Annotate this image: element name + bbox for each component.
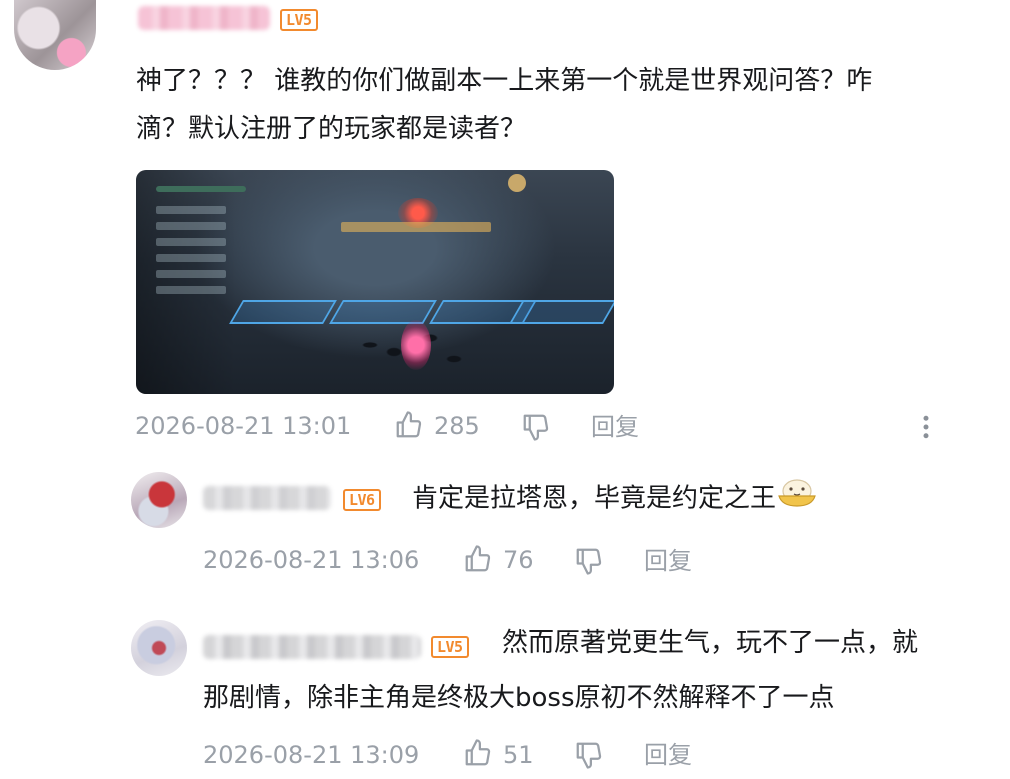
- thumbs-down-icon[interactable]: [521, 412, 551, 442]
- reply-text: 肯定是拉塔恩，毕竟是约定之王: [412, 483, 777, 514]
- comment-text-line: 神了？？？ 谁教的你们做副本一上来第一个就是世界观问答？咋: [136, 66, 873, 96]
- comment-image-game-screenshot[interactable]: [136, 170, 614, 394]
- party-row: [156, 270, 226, 278]
- reply-button[interactable]: 回复: [644, 740, 692, 770]
- thumbs-up-icon[interactable]: [463, 738, 493, 768]
- like-count: 76: [503, 546, 534, 574]
- party-row: [156, 238, 226, 246]
- like-count: 51: [503, 741, 534, 769]
- glowing-platform: [509, 300, 614, 324]
- thumbs-up-icon[interactable]: [394, 410, 424, 440]
- party-panel: [136, 170, 236, 394]
- party-row: [156, 254, 226, 262]
- like-count: 285: [434, 412, 480, 440]
- avatar[interactable]: [131, 620, 187, 676]
- glowing-platform: [229, 300, 337, 324]
- timestamp: 2026-08-21 13:06: [203, 546, 420, 574]
- thumbs-down-icon[interactable]: [574, 546, 604, 576]
- level-badge: LV6: [343, 489, 381, 511]
- level-badge: LV5: [280, 9, 318, 31]
- username-blurred[interactable]: [203, 635, 421, 659]
- quest-banner: [341, 222, 491, 232]
- health-bar: [156, 186, 246, 192]
- thumbs-down-icon[interactable]: [574, 740, 604, 770]
- timestamp: 2026-08-21 13:01: [135, 412, 352, 440]
- reply-button[interactable]: 回复: [591, 412, 639, 442]
- username-blurred[interactable]: [138, 6, 270, 30]
- more-vertical-icon[interactable]: [918, 412, 934, 442]
- username-blurred[interactable]: [203, 486, 331, 510]
- reply-text-line: 肯定是拉塔恩，毕竟是约定之王: [412, 474, 818, 524]
- party-row: [156, 286, 226, 294]
- noodle-bowl-emoji: [776, 474, 818, 524]
- hud-emblem-icon: [508, 174, 526, 192]
- reply-text-line: 那剧情，除非主角是终极大boss原初不然解释不了一点: [203, 683, 835, 713]
- reply-button[interactable]: 回复: [644, 546, 692, 576]
- timestamp: 2026-08-21 13:09: [203, 741, 420, 769]
- party-row: [156, 206, 226, 214]
- avatar[interactable]: [14, 0, 96, 70]
- reply-text-line: 然而原著党更生气，玩不了一点，就: [502, 628, 919, 658]
- comment-text-line: 滴？默认注册了的玩家都是读者？: [136, 114, 527, 144]
- avatar[interactable]: [131, 472, 187, 528]
- level-badge: LV5: [431, 636, 469, 658]
- party-row: [156, 222, 226, 230]
- thumbs-up-icon[interactable]: [463, 544, 493, 574]
- pink-glow: [401, 320, 431, 370]
